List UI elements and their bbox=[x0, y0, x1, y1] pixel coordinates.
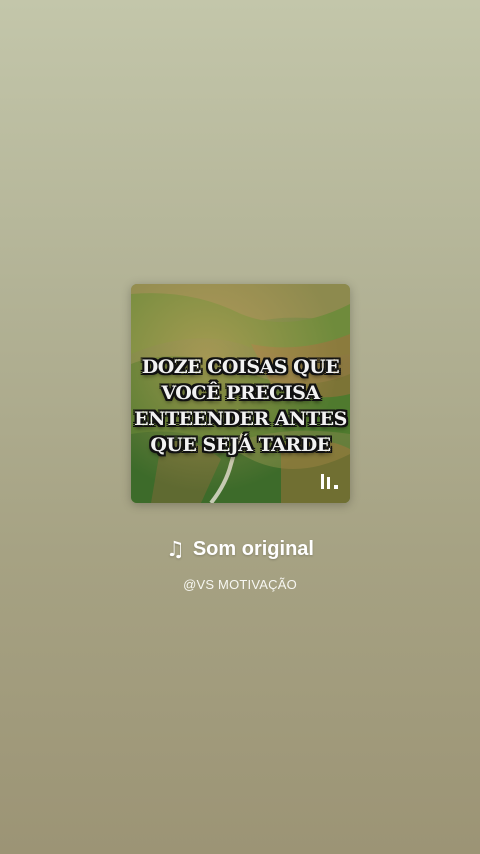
cover-title-text: DOZE COISAS QUE VOCÊ PRECISA ENTEENDER A… bbox=[131, 354, 350, 458]
audio-title: Som original bbox=[192, 538, 314, 560]
music-note-icon: ♫ bbox=[166, 537, 185, 561]
audio-title-row[interactable]: ♫ Som original bbox=[0, 538, 480, 561]
audio-author-link[interactable]: @VS MOTIVAÇÃO bbox=[0, 577, 480, 592]
audio-bars-logo-icon bbox=[321, 474, 338, 489]
cover-title-line: DOZE COISAS QUE bbox=[141, 356, 340, 378]
audio-cover-image[interactable]: DOZE COISAS QUE VOCÊ PRECISA ENTEENDER A… bbox=[131, 284, 350, 503]
cover-title-line: ENTEENDER ANTES bbox=[134, 408, 347, 430]
cover-title-line: VOCÊ PRECISA bbox=[161, 382, 320, 404]
cover-title-line: QUE SEJÁ TARDE bbox=[150, 434, 331, 456]
